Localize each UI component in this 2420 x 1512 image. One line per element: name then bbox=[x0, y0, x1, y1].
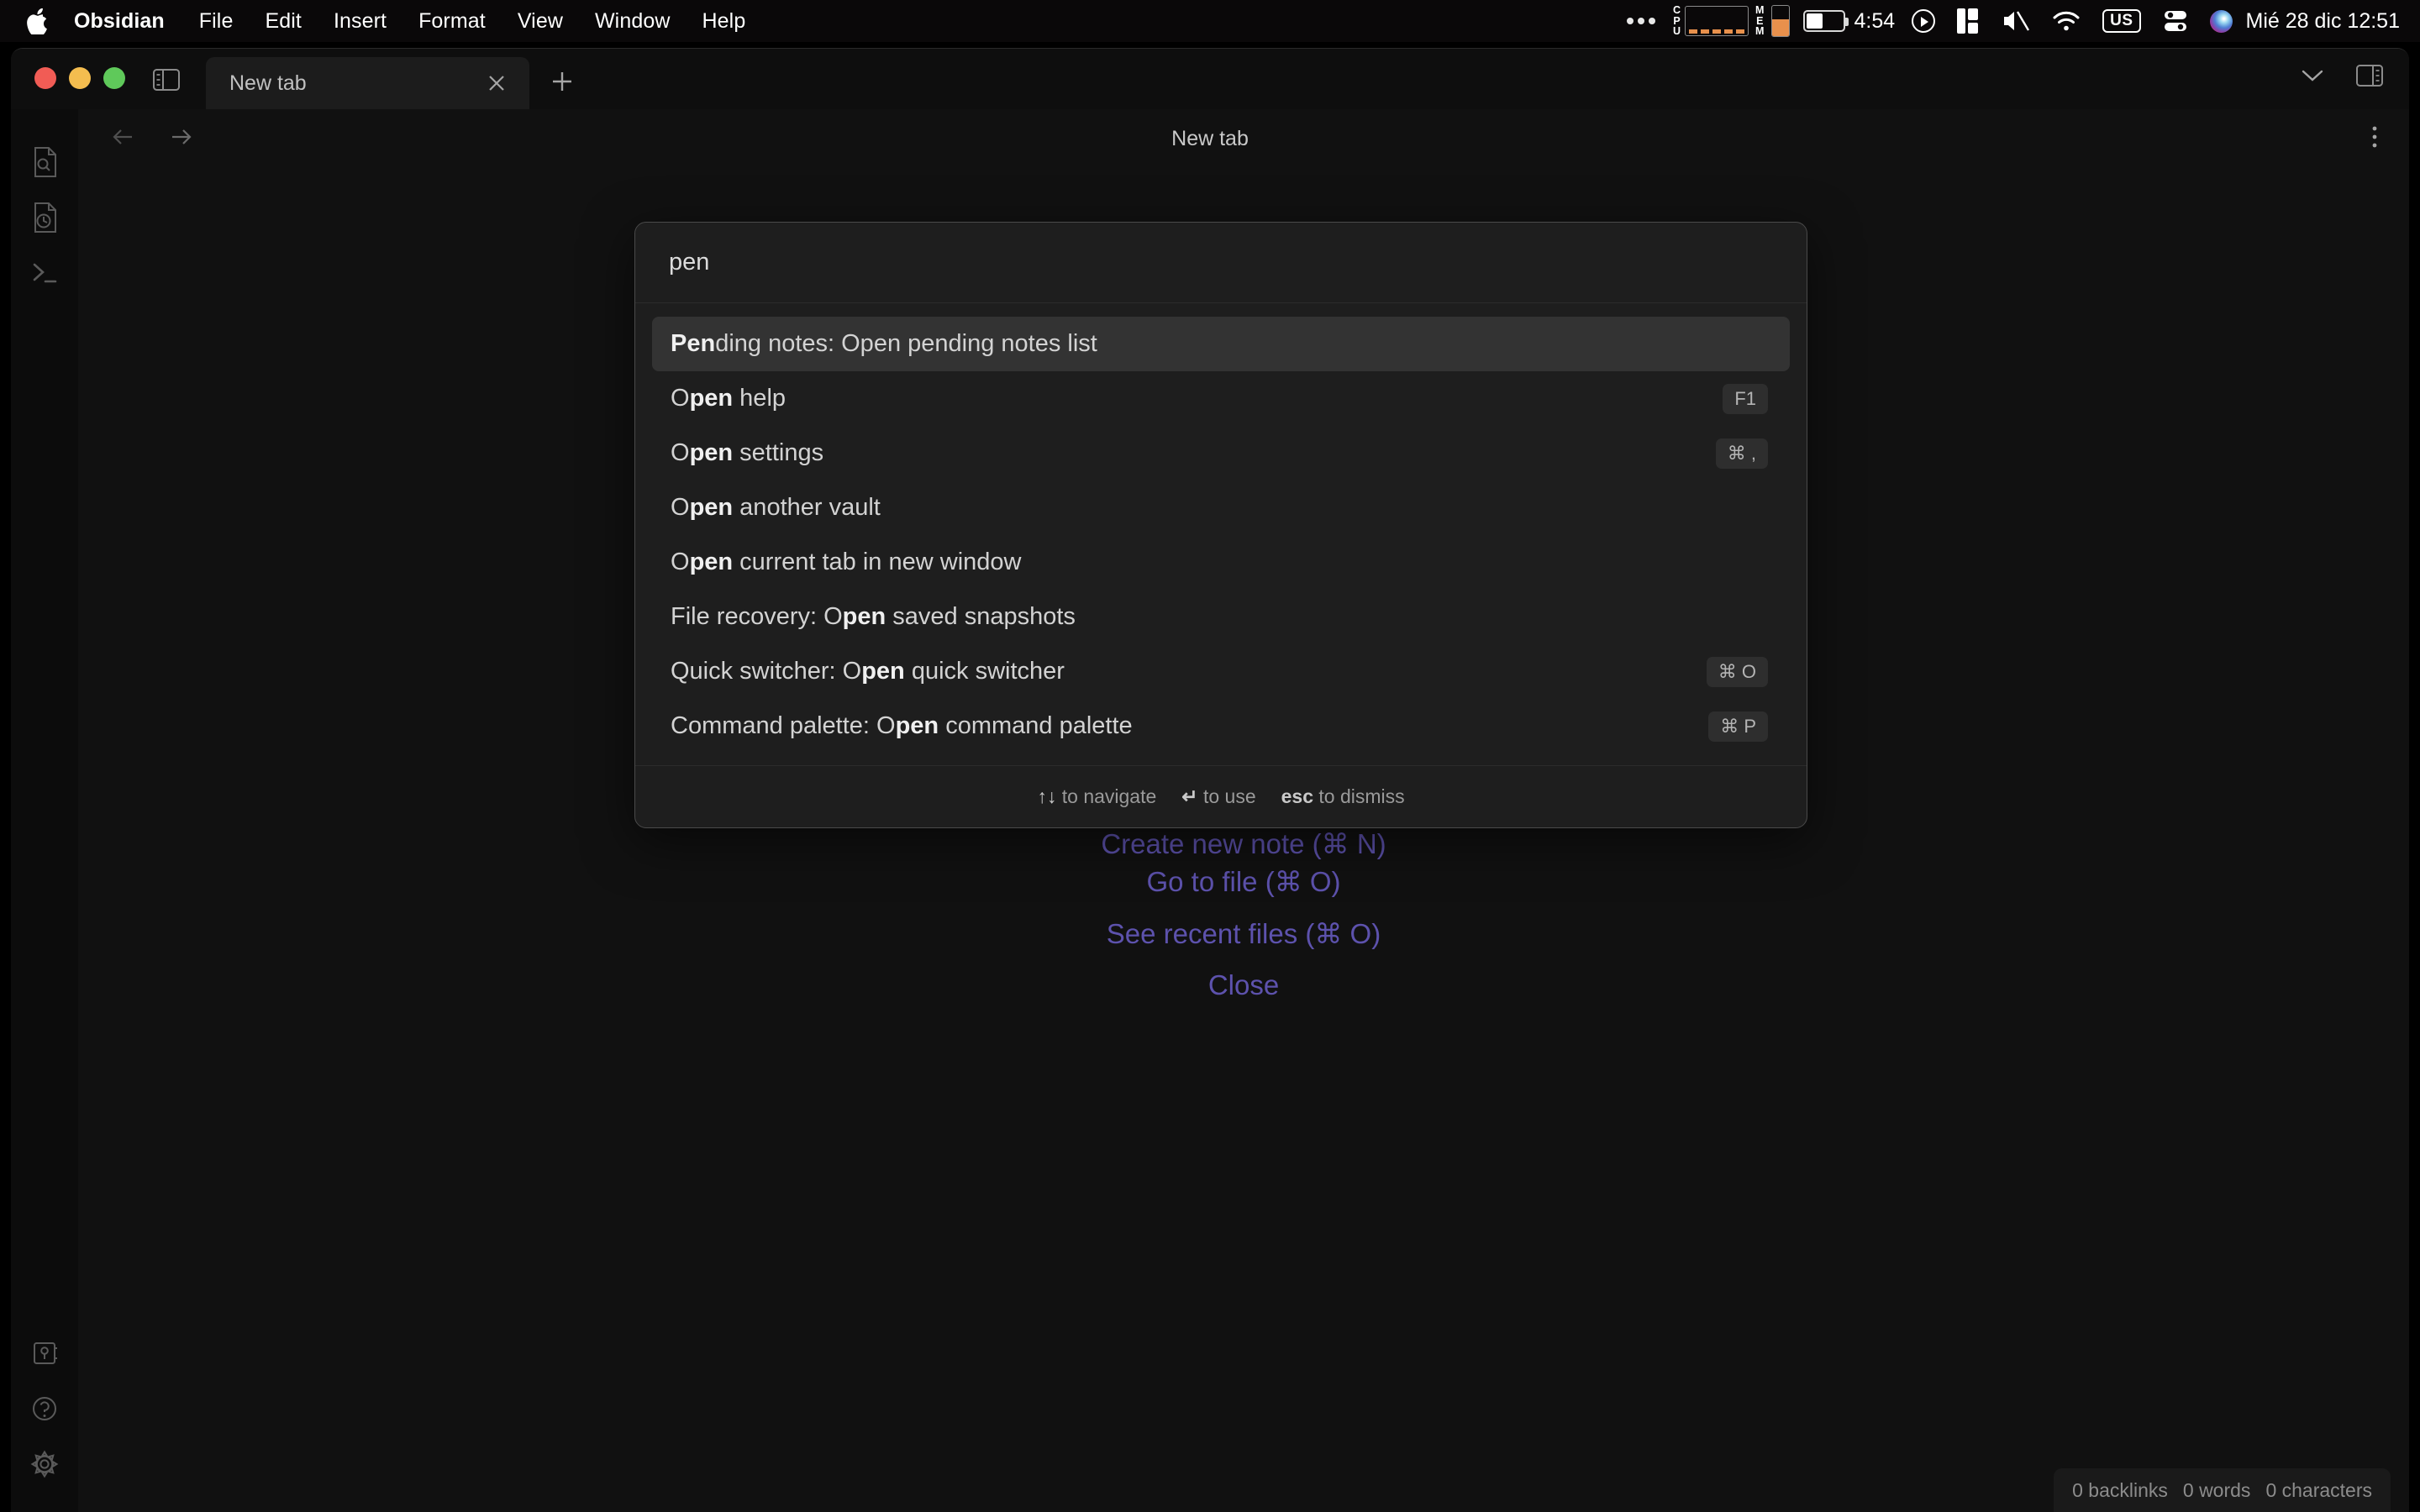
close-window-button[interactable] bbox=[34, 67, 56, 89]
menu-item-file[interactable]: File bbox=[183, 9, 250, 34]
suggestion-item[interactable]: Pending notes: Open pending notes list bbox=[652, 317, 1790, 371]
tab-bar-right-group bbox=[2300, 63, 2409, 109]
chevron-down-icon[interactable] bbox=[2300, 67, 2325, 88]
status-bar: 0 backlinks 0 words 0 characters bbox=[2054, 1468, 2391, 1512]
menu-item-edit[interactable]: Edit bbox=[249, 9, 317, 34]
prompt-instruction: ↑↓ to navigate bbox=[1037, 785, 1156, 808]
file-search-icon[interactable] bbox=[19, 134, 70, 190]
sidebar-left-toggle-icon[interactable] bbox=[149, 67, 181, 109]
tab-bar: New tab bbox=[11, 49, 2409, 109]
prompt-input-container bbox=[635, 223, 1807, 303]
mem-label-m: M bbox=[1755, 5, 1764, 16]
control-center-icon[interactable] bbox=[2163, 0, 2188, 42]
page-title: New tab bbox=[11, 127, 2409, 151]
suggestion-item[interactable]: Open current tab in new window bbox=[652, 535, 1790, 590]
suggestion-item[interactable]: Open settings⌘ , bbox=[652, 426, 1790, 480]
battery-icon[interactable] bbox=[1803, 10, 1845, 32]
help-circle-icon[interactable] bbox=[19, 1381, 70, 1436]
cpu-label-u: U bbox=[1673, 26, 1681, 37]
timer-circle-icon[interactable] bbox=[1912, 9, 1935, 33]
prompt-instruction: ↵ to use bbox=[1181, 785, 1255, 808]
plus-icon[interactable] bbox=[550, 69, 575, 109]
menu-bar-clock[interactable]: Mié 28 dic 12:51 bbox=[2244, 9, 2400, 34]
memory-monitor-widget[interactable]: M E M bbox=[1749, 0, 1790, 42]
menu-bar-status-group: C P U M E M 4:54 bbox=[1616, 0, 2420, 42]
suggestion-label: Open help bbox=[671, 385, 1723, 412]
vault-switcher-icon[interactable] bbox=[19, 1326, 70, 1381]
suggestion-label: Open settings bbox=[671, 439, 1716, 467]
siri-orb-icon[interactable] bbox=[2210, 10, 2233, 33]
obsidian-window: New tab bbox=[11, 48, 2409, 1512]
input-source-indicator[interactable]: US bbox=[2102, 9, 2140, 33]
see-recent-files-link[interactable]: See recent files (⌘ O) bbox=[1107, 917, 1381, 951]
wifi-icon[interactable] bbox=[2052, 0, 2081, 42]
close-icon[interactable] bbox=[482, 69, 511, 97]
tab-new-tab[interactable]: New tab bbox=[206, 57, 529, 109]
file-clock-icon[interactable] bbox=[19, 190, 70, 245]
command-palette-modal: Pending notes: Open pending notes list Op… bbox=[634, 222, 1807, 828]
mem-label-m2: M bbox=[1755, 26, 1764, 37]
suggestion-label: Command palette: Open command palette bbox=[671, 712, 1708, 740]
apple-logo-icon[interactable] bbox=[25, 7, 50, 35]
stage-manager-icon[interactable] bbox=[1957, 8, 1979, 34]
menu-item-format[interactable]: Format bbox=[402, 9, 502, 34]
suggestion-hotkey: ⌘ O bbox=[1707, 657, 1768, 687]
empty-state-link-hidden[interactable]: Create new note (⌘ N) bbox=[78, 827, 2409, 860]
suggestion-item[interactable]: Quick switcher: Open quick switcher⌘ O bbox=[652, 644, 1790, 699]
suggestion-hotkey: ⌘ , bbox=[1716, 438, 1768, 469]
macos-menu-bar: Obsidian File Edit Insert Format View Wi… bbox=[0, 0, 2420, 42]
menu-item-window[interactable]: Window bbox=[579, 9, 687, 34]
prompt-instruction: esc to dismiss bbox=[1281, 785, 1405, 808]
suggestion-label: Quick switcher: Open quick switcher bbox=[671, 658, 1707, 685]
suggestion-label: File recovery: Open saved snapshots bbox=[671, 603, 1771, 631]
menu-item-insert[interactable]: Insert bbox=[318, 9, 402, 34]
battery-time-remaining: 4:54 bbox=[1850, 9, 1902, 34]
suggestion-item[interactable]: Open another vault bbox=[652, 480, 1790, 535]
suggestion-item[interactable]: Command palette: Open command palette⌘ P bbox=[652, 699, 1790, 753]
suggestion-item[interactable]: File recovery: Open saved snapshots bbox=[652, 590, 1790, 644]
sidebar-right-toggle-icon[interactable] bbox=[2355, 63, 2384, 92]
menu-item-help[interactable]: Help bbox=[687, 9, 762, 34]
left-ribbon bbox=[11, 109, 78, 1512]
tab-title: New tab bbox=[229, 71, 482, 96]
suggestion-hotkey: ⌘ P bbox=[1708, 711, 1768, 742]
status-characters[interactable]: 0 characters bbox=[2265, 1479, 2372, 1502]
suggestion-list: Pending notes: Open pending notes list Op… bbox=[635, 303, 1807, 765]
suggestion-item[interactable]: Open helpF1 bbox=[652, 371, 1790, 426]
minimize-window-button[interactable] bbox=[69, 67, 91, 89]
memory-bar bbox=[1771, 5, 1790, 37]
empty-state-actions: Go to file (⌘ O) See recent files (⌘ O) … bbox=[78, 865, 2409, 1002]
more-vertical-icon[interactable] bbox=[2370, 124, 2409, 154]
maximize-window-button[interactable] bbox=[103, 67, 125, 89]
status-words[interactable]: 0 words bbox=[2183, 1479, 2251, 1502]
settings-gear-icon[interactable] bbox=[19, 1436, 70, 1492]
cpu-label-c: C bbox=[1673, 5, 1681, 16]
suggestion-label: Pending notes: Open pending notes list bbox=[671, 330, 1771, 358]
prompt-instructions: ↑↓ to navigate ↵ to use esc to dismiss bbox=[635, 765, 1807, 827]
status-backlinks[interactable]: 0 backlinks bbox=[2072, 1479, 2168, 1502]
view-header: New tab bbox=[11, 109, 2409, 168]
cpu-graph bbox=[1685, 6, 1749, 36]
menu-bar-left-group: Obsidian File Edit Insert Format View Wi… bbox=[0, 7, 761, 35]
suggestion-label: Open another vault bbox=[671, 494, 1771, 522]
command-search-input[interactable] bbox=[669, 249, 1773, 276]
speaker-muted-icon[interactable] bbox=[2002, 0, 2029, 42]
window-traffic-lights bbox=[11, 67, 149, 109]
menu-item-obsidian[interactable]: Obsidian bbox=[74, 9, 183, 34]
suggestion-label: Open current tab in new window bbox=[671, 549, 1771, 576]
go-to-file-link[interactable]: Go to file (⌘ O) bbox=[1146, 865, 1340, 899]
cpu-monitor-widget[interactable]: C P U bbox=[1666, 0, 1749, 42]
suggestion-hotkey: F1 bbox=[1723, 384, 1768, 414]
menu-item-view[interactable]: View bbox=[502, 9, 579, 34]
ellipsis-icon[interactable] bbox=[1616, 18, 1666, 24]
close-link[interactable]: Close bbox=[1208, 969, 1279, 1002]
terminal-icon[interactable] bbox=[19, 245, 70, 301]
